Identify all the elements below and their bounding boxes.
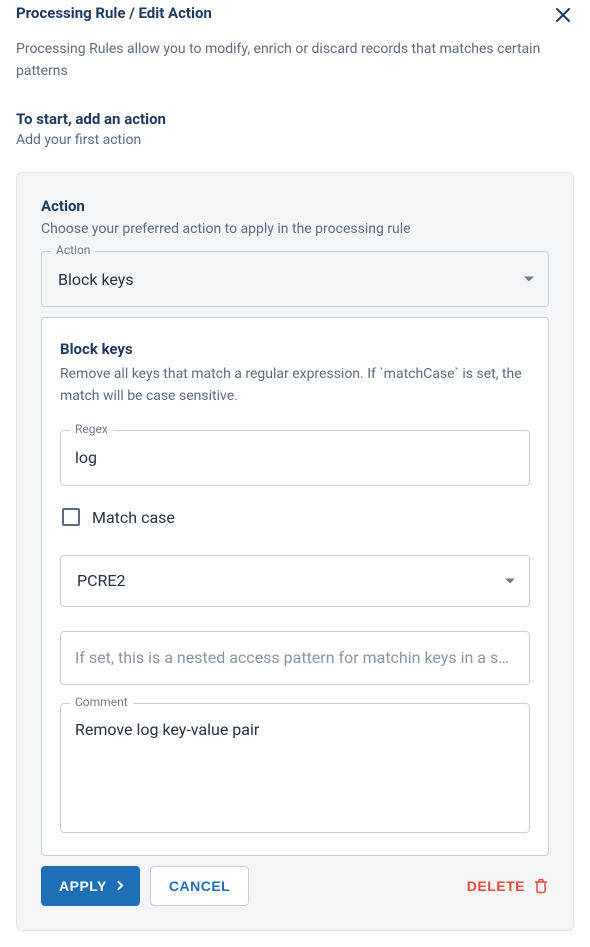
action-subtitle: Choose your preferred action to apply in… — [41, 221, 549, 237]
match-case-checkbox[interactable] — [62, 508, 80, 526]
close-button[interactable] — [552, 4, 574, 29]
action-select-label: Action — [51, 243, 95, 257]
start-subtitle: Add your first action — [16, 132, 574, 148]
cancel-button[interactable]: CANCEL — [150, 866, 249, 906]
panel-header: Processing Rule / Edit Action — [16, 0, 574, 39]
action-select[interactable]: Block keys — [41, 251, 549, 307]
nested-pattern-input[interactable] — [60, 631, 530, 685]
apply-label: APPLY — [59, 878, 107, 894]
action-select-value: Block keys — [58, 270, 134, 289]
apply-button[interactable]: APPLY — [41, 866, 140, 906]
engine-select-value: PCRE2 — [77, 571, 125, 590]
match-case-row[interactable]: Match case — [60, 508, 530, 527]
engine-select-wrap: PCRE2 — [60, 555, 530, 607]
start-title: To start, add an action — [16, 110, 574, 128]
chevron-right-icon — [113, 881, 123, 891]
block-keys-description: Remove all keys that match a regular exp… — [60, 364, 530, 407]
action-select-wrap: Action Block keys — [41, 251, 549, 307]
block-keys-card: Block keys Remove all keys that match a … — [41, 317, 549, 855]
edit-action-panel: Processing Rule / Edit Action Processing… — [0, 0, 590, 947]
block-keys-title: Block keys — [60, 340, 530, 358]
engine-select[interactable]: PCRE2 — [60, 555, 530, 607]
trash-icon — [533, 878, 549, 894]
comment-label: Comment — [70, 695, 133, 709]
match-case-label: Match case — [92, 508, 175, 527]
action-footer: APPLY CANCEL DELETE — [41, 866, 549, 906]
action-card: Action Choose your preferred action to a… — [16, 172, 574, 930]
footer-left: APPLY CANCEL — [41, 866, 249, 906]
nested-pattern-wrap — [60, 631, 530, 685]
action-title: Action — [41, 197, 549, 215]
chevron-down-icon — [524, 277, 534, 282]
panel-description: Processing Rules allow you to modify, en… — [16, 39, 574, 82]
close-icon — [554, 6, 572, 24]
regex-field-wrap: Regex — [60, 430, 530, 486]
delete-button[interactable]: DELETE — [467, 878, 549, 894]
panel-title: Processing Rule / Edit Action — [16, 4, 212, 22]
comment-wrap: Comment — [60, 703, 530, 837]
regex-label: Regex — [70, 422, 113, 436]
delete-label: DELETE — [467, 878, 525, 894]
comment-textarea[interactable] — [60, 703, 530, 833]
chevron-down-icon — [505, 578, 515, 583]
regex-input[interactable] — [60, 430, 530, 486]
